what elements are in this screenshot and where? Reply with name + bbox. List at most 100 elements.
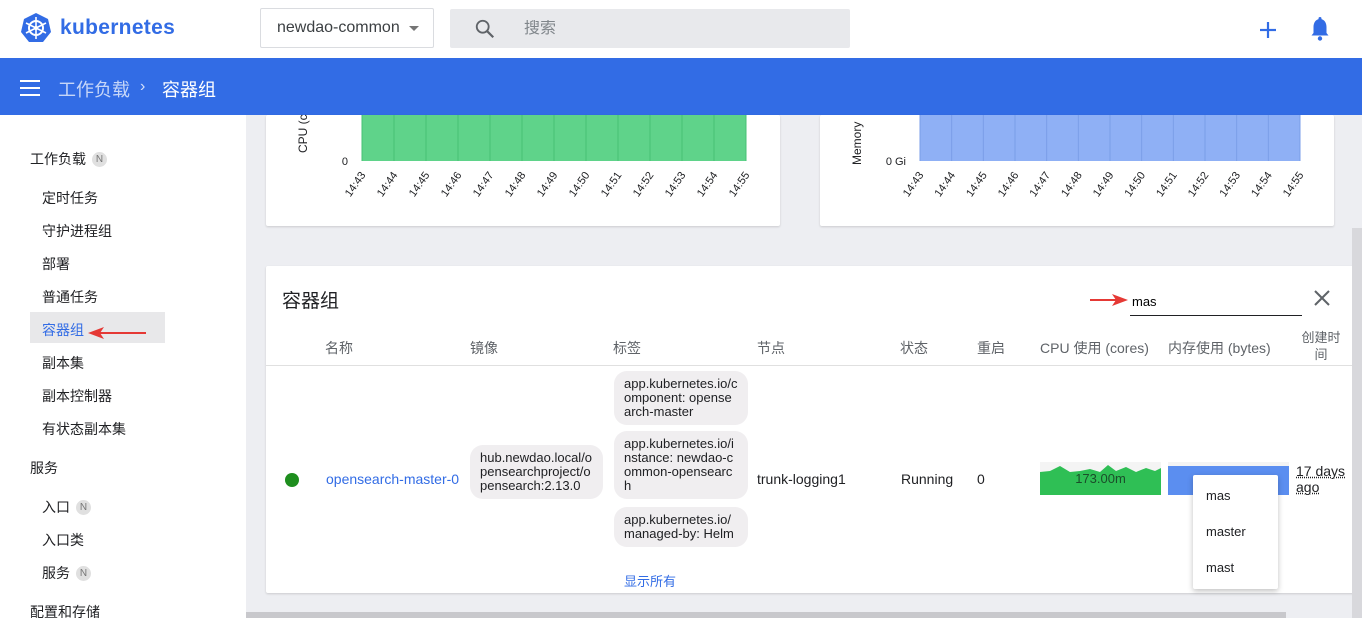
x-tick-label: 14:45 xyxy=(964,170,990,199)
pod-node: trunk-logging1 xyxy=(757,471,846,487)
pods-filter-input[interactable] xyxy=(1130,288,1302,316)
autocomplete-option[interactable]: mas xyxy=(1206,488,1231,503)
x-tick-label: 14:45 xyxy=(407,170,433,199)
label-chip: app.kubernetes.io/managed-by: Helm xyxy=(614,507,748,547)
namespace-value: newdao-common xyxy=(277,19,400,36)
sidebar-item-label: 入口 xyxy=(42,499,70,515)
x-tick-label: 14:54 xyxy=(695,170,721,199)
nav-bar: 工作负载 › 容器组 xyxy=(0,58,1362,115)
namespace-select[interactable]: newdao-common xyxy=(260,8,434,48)
column-header-memory: 内存使用 (bytes) xyxy=(1168,340,1271,356)
create-plus-icon[interactable] xyxy=(1256,18,1280,42)
cpu-usage-value: 173.00m xyxy=(1075,471,1126,486)
sidebar-group-label: 工作负载 xyxy=(30,151,86,167)
sidebar-item-ingresses[interactable]: 入口 N xyxy=(42,497,91,517)
x-tick-label: 14:49 xyxy=(1091,170,1117,199)
chevron-down-icon xyxy=(409,26,419,31)
kubernetes-helm-icon xyxy=(21,13,51,42)
pod-status: Running xyxy=(901,471,954,487)
vertical-scrollbar[interactable] xyxy=(1352,228,1362,618)
column-header-status: 状态 xyxy=(900,340,928,356)
image-chip: hub.newdao.local/opensearchproject/opens… xyxy=(470,445,603,499)
search-bar[interactable] xyxy=(450,9,850,48)
label-chip: app.kubernetes.io/instance: newdao-commo… xyxy=(614,431,748,499)
show-all-labels-link[interactable]: 显示所有 xyxy=(624,571,676,590)
x-tick-label: 14:51 xyxy=(1154,170,1180,199)
sidebar-group-workloads[interactable]: 工作负载 N xyxy=(30,149,107,169)
x-tick-label: 14:48 xyxy=(1059,170,1085,199)
pod-created-age: 17 days ago xyxy=(1296,463,1346,495)
x-tick-label: 14:51 xyxy=(599,170,625,199)
cpu-usage-chart: 14:43 14:44 14:45 14:46 14:47 14:48 14:49 14:50… xyxy=(342,115,753,199)
sidebar-group-services[interactable]: 服务 xyxy=(30,458,58,478)
sidebar-item-jobs[interactable]: 普通任务 xyxy=(42,287,98,307)
x-tick-label: 14:54 xyxy=(1249,170,1275,199)
column-header-cpu: CPU 使用 (cores) xyxy=(1040,340,1149,356)
breadcrumb-current: 容器组 xyxy=(162,80,216,100)
sidebar-item-statefulsets[interactable]: 有状态副本集 xyxy=(42,419,126,439)
autocomplete-option[interactable]: master xyxy=(1206,524,1246,539)
column-header-name[interactable]: 名称 xyxy=(325,338,353,358)
sidebar-item-pods[interactable]: 容器组 xyxy=(42,320,84,340)
x-tick-label: 14:43 xyxy=(343,170,369,199)
namespaced-badge: N xyxy=(76,499,91,515)
y-zero-label: 0 xyxy=(342,156,348,168)
column-header-labels: 标签 xyxy=(613,340,641,356)
sidebar-item-services[interactable]: 服务 N xyxy=(42,563,91,583)
x-tick-label: 14:46 xyxy=(439,170,465,199)
sidebar-item-daemonsets[interactable]: 守护进程组 xyxy=(42,221,112,241)
breadcrumb-workloads[interactable]: 工作负载 xyxy=(58,76,130,102)
pod-name-link[interactable]: opensearch-master-0 xyxy=(326,471,459,487)
filter-autocomplete-dropdown: mas master mast xyxy=(1193,475,1278,589)
x-tick-label: 14:55 xyxy=(727,170,753,199)
menu-icon[interactable] xyxy=(20,80,40,96)
y-zero-label: 0 Gi xyxy=(886,156,906,168)
top-bar: kubernetes newdao-common xyxy=(0,0,1362,58)
x-tick-label: 14:55 xyxy=(1281,170,1307,199)
horizontal-scrollbar[interactable] xyxy=(246,612,1286,618)
annotation-arrow-icon xyxy=(88,327,146,339)
pod-restarts: 0 xyxy=(977,471,985,487)
x-tick-label: 14:47 xyxy=(471,170,497,199)
x-tick-label: 14:46 xyxy=(996,170,1022,199)
x-tick-label: 14:50 xyxy=(567,170,593,199)
x-tick-label: 14:48 xyxy=(503,170,529,199)
cpu-axis-title: CPU (c xyxy=(296,114,310,153)
sidebar-item-replicasets[interactable]: 副本集 xyxy=(42,353,84,373)
pods-card-title: 容器组 xyxy=(282,291,340,312)
memory-axis-title: Memory xyxy=(850,121,864,165)
column-header-node: 节点 xyxy=(757,340,785,356)
x-tick-label: 14:47 xyxy=(1028,170,1054,199)
x-tick-label: 14:52 xyxy=(1186,170,1212,199)
sidebar: 工作负载 N 定时任务 守护进程组 部署 普通任务 容器组 副本集 副本控制器 … xyxy=(0,115,246,618)
sidebar-item-ingressclasses[interactable]: 入口类 xyxy=(42,530,84,550)
status-running-icon xyxy=(285,473,299,487)
x-tick-label: 14:49 xyxy=(535,170,561,199)
x-tick-label: 14:50 xyxy=(1123,170,1149,199)
close-icon[interactable] xyxy=(1312,288,1332,308)
x-tick-label: 14:52 xyxy=(631,170,657,199)
x-tick-label: 14:53 xyxy=(1218,170,1244,199)
table-header-divider xyxy=(266,365,1362,366)
x-tick-label: 14:43 xyxy=(901,170,927,199)
kubernetes-logo[interactable]: kubernetes xyxy=(20,12,175,44)
x-tick-label: 14:44 xyxy=(375,170,401,199)
namespaced-badge: N xyxy=(92,151,107,167)
app-title: kubernetes xyxy=(60,16,176,39)
sidebar-group-config-storage[interactable]: 配置和存储 xyxy=(30,602,100,618)
column-header-created[interactable]: 创建时间 xyxy=(1296,329,1346,363)
breadcrumb-separator: › xyxy=(140,78,146,95)
sidebar-item-label: 服务 xyxy=(42,565,70,581)
search-input[interactable] xyxy=(524,19,824,38)
annotation-arrow-icon xyxy=(1090,294,1128,306)
sidebar-item-cronjobs[interactable]: 定时任务 xyxy=(42,188,98,208)
memory-usage-chart: 14:43 14:44 14:45 14:46 14:47 14:48 14:49 14:50… xyxy=(886,115,1307,199)
notification-bell-icon[interactable] xyxy=(1308,16,1332,42)
x-tick-label: 14:53 xyxy=(663,170,689,199)
namespaced-badge: N xyxy=(76,565,91,581)
sidebar-item-replicationcontrollers[interactable]: 副本控制器 xyxy=(42,386,112,406)
column-header-restarts: 重启 xyxy=(977,340,1005,356)
memory-usage-chart-card: 14:43 14:44 14:45 14:46 14:47 14:48 14:49 14:50… xyxy=(820,115,1334,226)
sidebar-item-deployments[interactable]: 部署 xyxy=(42,254,70,274)
autocomplete-option[interactable]: mast xyxy=(1206,560,1234,575)
